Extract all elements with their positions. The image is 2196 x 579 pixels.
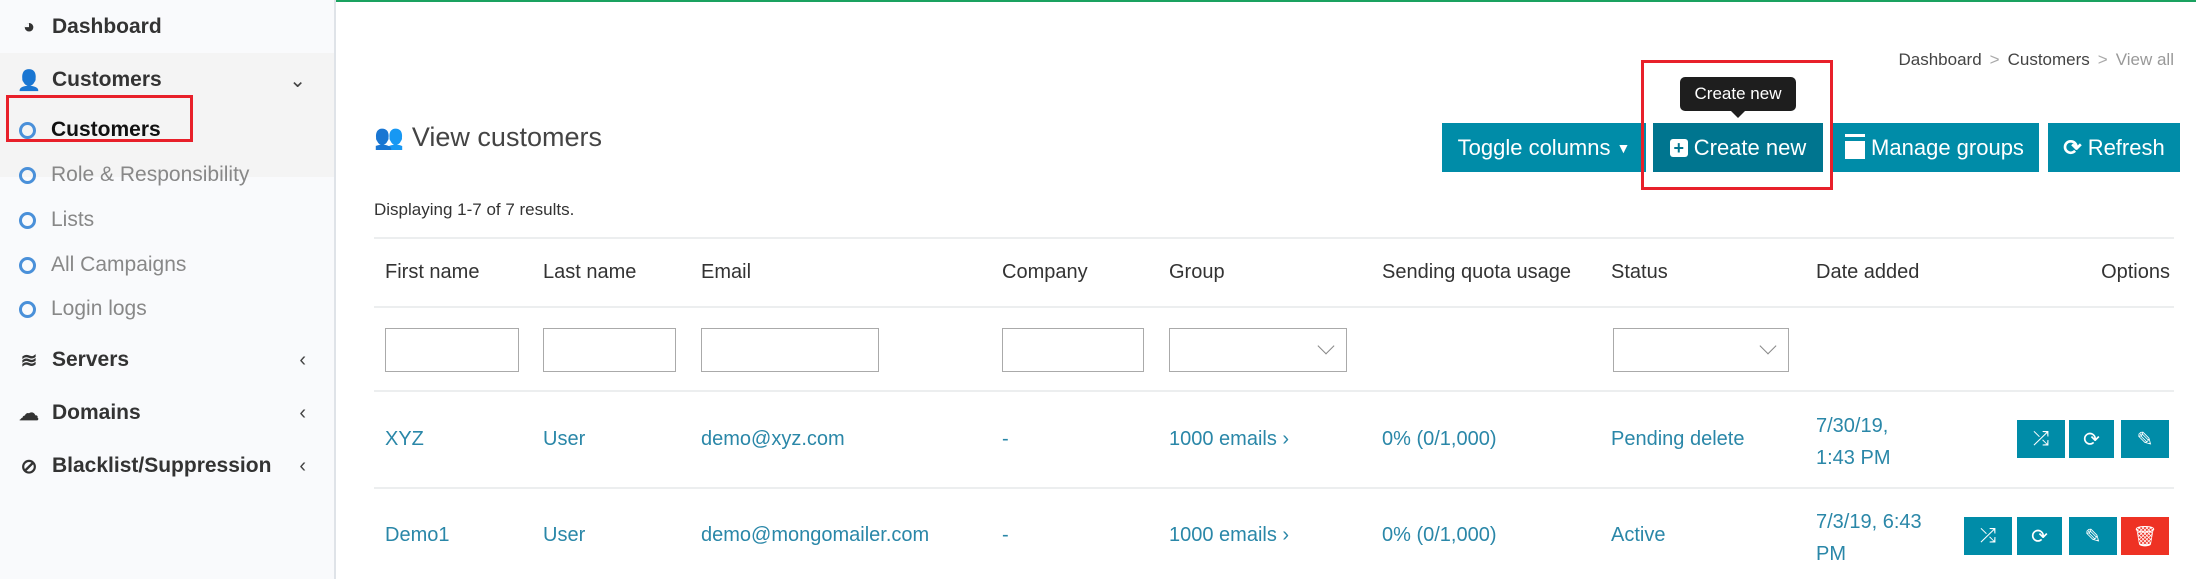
reset-button[interactable]: ⟳	[2017, 517, 2062, 555]
cell-quota[interactable]: 0% (0/1,000)	[1382, 428, 1497, 451]
sidebar-item-domains[interactable]: ☁ Domains ‹	[0, 393, 334, 433]
edit-button[interactable]: ✎	[2069, 517, 2117, 555]
tooltip: Create new	[1680, 77, 1796, 118]
delete-button[interactable]: 🗑	[2121, 517, 2169, 555]
page-title: 👥 View customers	[374, 122, 602, 152]
cell-company: -	[1002, 524, 1009, 546]
cell-group[interactable]: 1000 emails ›	[1169, 428, 1289, 451]
chevron-left-icon: ‹	[299, 401, 306, 424]
refresh-button[interactable]: ⟳ Refresh	[2048, 123, 2180, 172]
subnav-role-responsibility[interactable]: Role & Responsibility	[0, 155, 334, 195]
cell-email[interactable]: demo@xyz.com	[701, 428, 845, 451]
filter-first-name[interactable]	[385, 328, 519, 372]
user-icon: 👤	[16, 69, 42, 92]
subnav-login-logs[interactable]: Login logs	[0, 289, 334, 329]
filter-email[interactable]	[701, 328, 879, 372]
subnav-all-campaigns[interactable]: All Campaigns	[0, 245, 334, 285]
sidebar-item-dashboard[interactable]: ◕ Dashboard	[0, 7, 334, 47]
cell-email[interactable]: demo@mongomailer.com	[701, 524, 929, 547]
shuffle-button[interactable]: ⤮	[1964, 517, 2012, 555]
cell-first-name[interactable]: Demo1	[385, 524, 449, 547]
chevron-left-icon: ‹	[299, 348, 306, 371]
refresh-icon: ⟳	[2083, 428, 2100, 451]
divider	[374, 487, 2174, 489]
circle-icon	[19, 211, 36, 229]
chevron-left-icon: ‹	[299, 454, 306, 477]
cell-quota[interactable]: 0% (0/1,000)	[1382, 524, 1497, 547]
subnav-lists[interactable]: Lists	[0, 200, 334, 240]
refresh-icon: ⟳	[2031, 525, 2048, 548]
reset-button[interactable]: ⟳	[2069, 420, 2114, 458]
col-quota[interactable]: Sending quota usage	[1382, 261, 1571, 284]
col-date-added[interactable]: Date added	[1816, 261, 1919, 284]
toggle-columns-button[interactable]: Toggle columns ▼	[1442, 123, 1646, 172]
col-first-name[interactable]: First name	[385, 261, 479, 284]
chevron-down-icon: ⌄	[289, 69, 306, 92]
cell-date-added: 7/30/19, 1:43 PM	[1816, 415, 1891, 469]
results-summary: Displaying 1-7 of 7 results.	[374, 200, 575, 219]
edit-icon: ✎	[2084, 525, 2102, 548]
cell-status[interactable]: Active	[1611, 524, 1665, 547]
refresh-icon: ⟳	[2063, 134, 2082, 160]
filter-last-name[interactable]	[543, 328, 676, 372]
database-icon: ≋	[20, 349, 38, 372]
circle-icon	[19, 300, 36, 318]
cell-company: -	[1002, 428, 1009, 450]
divider	[374, 390, 2174, 392]
caret-down-icon: ▼	[1616, 139, 1631, 156]
circle-icon	[19, 256, 36, 274]
breadcrumb-current: View all	[2115, 50, 2174, 69]
col-email[interactable]: Email	[701, 261, 751, 284]
breadcrumb-customers[interactable]: Customers	[2008, 50, 2090, 69]
cloud-icon: ☁	[19, 402, 39, 425]
highlight-box	[6, 95, 193, 142]
edit-icon: ✎	[2136, 428, 2154, 451]
trash-icon: 🗑	[2132, 525, 2158, 548]
filter-company[interactable]	[1002, 328, 1144, 372]
col-last-name[interactable]: Last name	[543, 261, 636, 284]
breadcrumb: Dashboard > Customers > View all	[1898, 50, 2174, 69]
dashboard-icon: ◕	[22, 15, 36, 38]
col-company[interactable]: Company	[1002, 261, 1088, 284]
shuffle-icon: ⤮	[1980, 524, 1996, 547]
manage-groups-button[interactable]: Manage groups	[1830, 123, 2039, 172]
filter-group-select[interactable]	[1169, 328, 1347, 372]
shuffle-icon: ⤮	[2033, 427, 2049, 450]
cell-last-name[interactable]: User	[543, 524, 585, 547]
sidebar-item-customers[interactable]: 👤 Customers ⌄	[0, 60, 334, 100]
col-group[interactable]: Group	[1169, 261, 1225, 284]
cell-date-added: 7/3/19, 6:43 PM	[1816, 511, 1922, 565]
top-accent-line	[336, 0, 2196, 2]
sidebar-item-blacklist[interactable]: ⊘ Blacklist/Suppression ‹	[0, 446, 334, 486]
divider	[374, 237, 2174, 239]
sidebar-item-servers[interactable]: ≋ Servers ‹	[0, 340, 334, 380]
cell-first-name[interactable]: XYZ	[385, 428, 424, 451]
col-status[interactable]: Status	[1611, 261, 1668, 284]
trash-icon	[1845, 136, 1866, 159]
edit-button[interactable]: ✎	[2121, 420, 2169, 458]
users-icon: 👥	[374, 124, 404, 151]
col-options: Options	[2101, 261, 2170, 283]
cell-status[interactable]: Pending delete	[1611, 428, 1744, 451]
cell-last-name[interactable]: User	[543, 428, 585, 451]
cell-group[interactable]: 1000 emails ›	[1169, 524, 1289, 547]
divider	[374, 306, 2174, 308]
breadcrumb-dashboard[interactable]: Dashboard	[1898, 50, 1981, 69]
ban-icon: ⊘	[20, 455, 38, 478]
filter-status-select[interactable]	[1613, 328, 1789, 372]
circle-icon	[19, 166, 36, 184]
shuffle-button[interactable]: ⤮	[2017, 420, 2065, 458]
